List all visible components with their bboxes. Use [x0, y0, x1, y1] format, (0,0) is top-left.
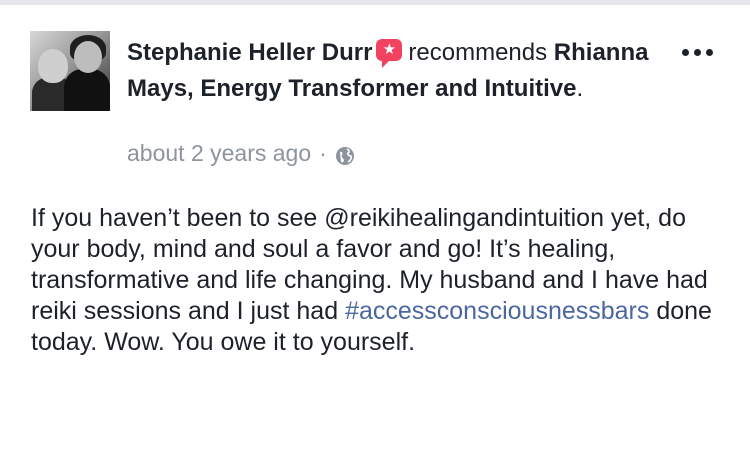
post-meta: about 2 years ago · — [127, 138, 355, 168]
recommendation-star-icon: ★ — [376, 39, 403, 68]
meta-separator: · — [319, 140, 327, 166]
recommendation-post: Stephanie Heller Durr ★ recommends Rhianna… — [0, 5, 750, 462]
post-header: Stephanie Heller Durr ★ recommends Rhianna… — [127, 35, 657, 107]
more-options-icon[interactable] — [680, 41, 716, 65]
post-body: If you haven’t been to see @reikihealing… — [31, 203, 731, 358]
recommends-verb: recommends — [408, 39, 548, 66]
author-name[interactable]: Stephanie Heller Durr — [127, 39, 372, 66]
avatar[interactable] — [30, 31, 110, 111]
hashtag-link[interactable]: #accessconsciousnessbars — [345, 297, 649, 325]
post-timestamp[interactable]: about 2 years ago — [127, 138, 311, 168]
page-suffix: . — [576, 75, 584, 102]
globe-icon[interactable] — [335, 143, 355, 165]
